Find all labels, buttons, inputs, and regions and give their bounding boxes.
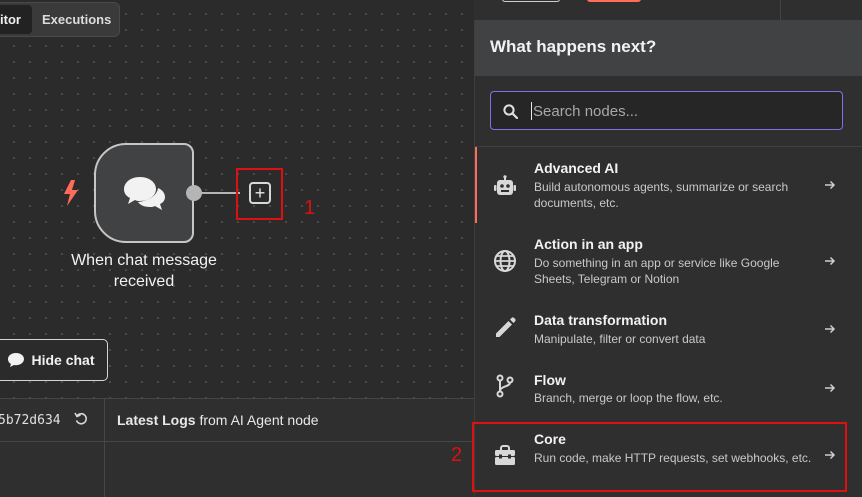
arrow-right-icon xyxy=(825,256,836,266)
git-branch-icon xyxy=(496,374,514,398)
speech-bubble-icon xyxy=(8,353,25,367)
arrow-right-icon xyxy=(825,324,836,334)
category-action-in-app[interactable]: Action in an app Do something in an app … xyxy=(475,223,862,299)
logs-title: Latest Logs from AI Agent node xyxy=(117,412,319,428)
annotation-box-2 xyxy=(472,422,847,492)
annotation-box-1 xyxy=(236,168,283,220)
arrow-right-icon xyxy=(825,383,836,393)
panel-title: What happens next? xyxy=(490,37,657,56)
view-tabs: itor Executions xyxy=(0,2,120,37)
search-icon xyxy=(503,104,518,119)
hide-chat-button[interactable]: Hide chat xyxy=(0,339,108,381)
globe-icon xyxy=(494,250,516,272)
search-input[interactable] xyxy=(533,96,833,126)
category-title: Action in an app xyxy=(534,236,643,252)
panel-header: What happens next? xyxy=(475,20,862,76)
robot-icon xyxy=(494,175,516,195)
text-caret xyxy=(531,102,532,120)
logs-title-bold: Latest Logs xyxy=(117,412,196,428)
annotation-label-1: 1 xyxy=(304,197,316,219)
toolbar-button-outline[interactable] xyxy=(502,0,560,2)
pen-icon xyxy=(496,317,516,337)
logs-divider-horizontal xyxy=(0,441,474,442)
logs-divider xyxy=(104,399,105,497)
hide-chat-label: Hide chat xyxy=(31,352,95,368)
tab-executions[interactable]: Executions xyxy=(32,6,119,33)
category-title: Advanced AI xyxy=(534,160,619,176)
category-data-transformation[interactable]: Data transformation Manipulate, filter o… xyxy=(475,299,862,358)
tab-editor[interactable]: itor xyxy=(0,5,32,34)
category-description: Do something in an app or service like G… xyxy=(534,256,780,286)
annotation-label-2: 2 xyxy=(451,444,463,466)
toolbar-divider xyxy=(780,0,781,20)
category-description: Manipulate, filter or convert data xyxy=(534,332,706,346)
category-flow[interactable]: Flow Branch, merge or loop the flow, etc… xyxy=(475,358,862,420)
search-box[interactable] xyxy=(490,91,843,130)
workflow-canvas[interactable]: itor Executions + 1 When chat message re… xyxy=(0,0,474,398)
category-advanced-ai[interactable]: Advanced AI Build autonomous agents, sum… xyxy=(475,147,862,223)
toolbar-button-accent[interactable] xyxy=(587,0,641,2)
category-title: Data transformation xyxy=(534,312,668,328)
logs-title-source: from AI Agent node xyxy=(195,412,319,428)
chat-bubbles-icon xyxy=(124,177,165,210)
chat-session-id: 5b72d634 xyxy=(0,413,61,428)
category-description: Build autonomous agents, summarize or se… xyxy=(534,180,789,210)
node-connector-line xyxy=(200,192,240,194)
logs-panel: 5b72d634 Latest Logs from AI Agent node xyxy=(0,398,474,497)
lightning-bolt-icon xyxy=(64,180,78,206)
trigger-node-chat[interactable] xyxy=(94,143,194,243)
top-toolbar-strip xyxy=(474,0,862,20)
category-description: Branch, merge or loop the flow, etc. xyxy=(534,391,723,405)
refresh-icon[interactable] xyxy=(74,412,88,426)
category-title: Flow xyxy=(534,372,566,388)
trigger-node-label: When chat message received xyxy=(71,252,217,290)
arrow-right-icon xyxy=(825,180,836,190)
